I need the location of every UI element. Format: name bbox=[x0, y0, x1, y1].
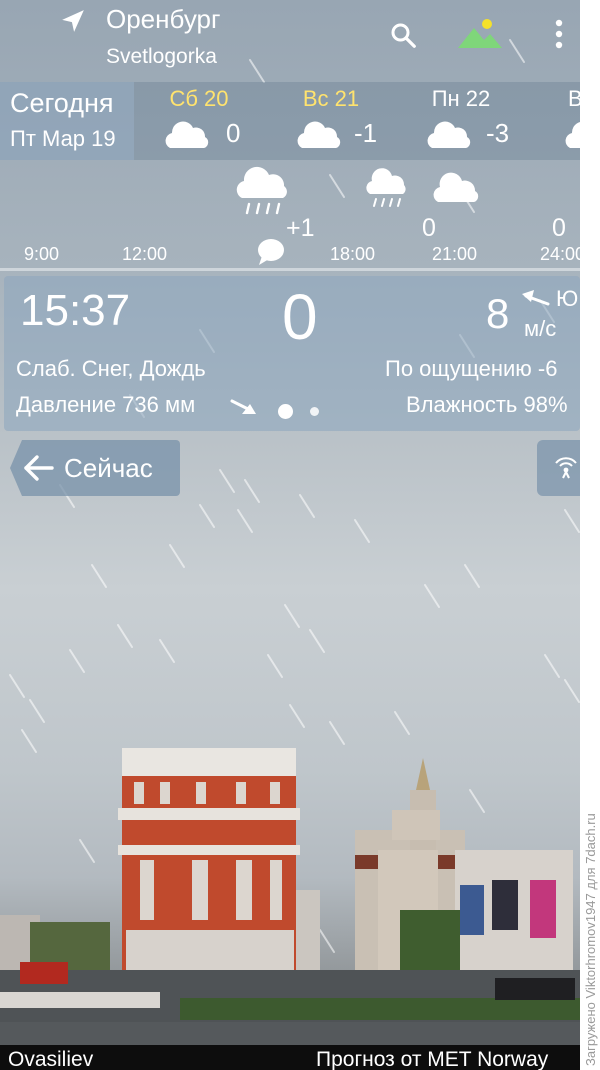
wind-direction: Ю bbox=[556, 286, 579, 311]
watermark-band: Загружено Viktorhromov1947 для 7dach.ru bbox=[580, 0, 600, 1070]
speech-bubble-icon[interactable] bbox=[256, 238, 286, 266]
city-photo-background bbox=[0, 748, 580, 1045]
page-indicator-dot-active[interactable] bbox=[278, 404, 293, 419]
divider bbox=[0, 268, 580, 271]
day-name: Пн 22 bbox=[431, 86, 491, 111]
cloud-icon bbox=[565, 122, 580, 148]
now-button[interactable]: Сейчас bbox=[10, 440, 180, 496]
day-name: Вс 21 bbox=[302, 86, 360, 111]
day-item[interactable]: Пн 22 -3 bbox=[396, 82, 526, 160]
more-vert-icon[interactable] bbox=[552, 18, 566, 52]
hourly-forecast: +1 0 0 9:00 12:00 18:00 21:00 24:00 bbox=[0, 160, 580, 270]
hour-time: 9:00 bbox=[24, 244, 60, 264]
day-name: Сб 20 bbox=[169, 86, 229, 111]
day-item[interactable]: Сб 20 0 bbox=[134, 82, 264, 160]
wind-unit: м/с bbox=[524, 316, 557, 341]
cloud-icon bbox=[433, 172, 479, 202]
today-date: Пт Мар 19 bbox=[10, 126, 116, 151]
now-button-label: Сейчас bbox=[64, 453, 153, 483]
rain-cloud-icon bbox=[236, 166, 287, 215]
wind-speed: 8 bbox=[486, 290, 510, 337]
hour-temp: +1 bbox=[286, 214, 315, 242]
top-bar: Оренбург Svetlogorka bbox=[0, 0, 580, 80]
hour-time: 12:00 bbox=[122, 244, 168, 264]
forecast-credit[interactable]: Прогноз от MET Norway bbox=[316, 1048, 548, 1070]
cloud-icon bbox=[297, 121, 341, 148]
current-temperature: 0 bbox=[282, 281, 318, 353]
hour-time: 21:00 bbox=[432, 244, 478, 264]
page-indicator-dot[interactable] bbox=[310, 407, 319, 416]
radar-icon bbox=[555, 457, 577, 479]
day-temp: -3 bbox=[486, 118, 510, 148]
day-temp: -1 bbox=[354, 118, 378, 148]
search-icon[interactable] bbox=[388, 20, 418, 50]
photo-credit[interactable]: Ovasiliev bbox=[8, 1048, 93, 1070]
weather-app-screen: Оренбург Svetlogorka Сегодня Пт Мар 19 С… bbox=[0, 0, 580, 1070]
day-temp: 0 bbox=[226, 118, 241, 148]
days-list: Сб 20 0 Вс 21 -1 Пн 22 -3 В bbox=[134, 82, 580, 160]
credits-bar: Ovasiliev Прогноз от MET Norway bbox=[0, 1045, 580, 1070]
rain-cloud-icon bbox=[366, 168, 406, 207]
city-name[interactable]: Оренбург bbox=[106, 4, 220, 35]
today-title: Сегодня bbox=[10, 88, 114, 118]
day-item[interactable]: В bbox=[530, 82, 580, 160]
landscape-icon[interactable] bbox=[456, 16, 504, 50]
pressure-trend-icon bbox=[230, 399, 256, 414]
wind-direction-icon bbox=[522, 290, 550, 306]
daily-forecast-strip: Сегодня Пт Мар 19 Сб 20 0 Вс 21 -1 Пн 22 bbox=[0, 82, 580, 160]
current-time: 15:37 bbox=[20, 286, 131, 335]
cloud-icon bbox=[165, 121, 209, 148]
hour-temp: 0 bbox=[422, 214, 436, 242]
hour-time: 24:00 bbox=[540, 244, 580, 264]
radar-button[interactable] bbox=[537, 440, 580, 496]
watermark-text: Загружено Viktorhromov1947 для 7dach.ru bbox=[583, 813, 598, 1066]
arrow-left-icon bbox=[24, 455, 54, 481]
humidity: Влажность 98% bbox=[406, 392, 568, 417]
district-name[interactable]: Svetlogorka bbox=[106, 45, 217, 69]
hour-time: 18:00 bbox=[330, 244, 376, 264]
day-name: В bbox=[568, 86, 580, 111]
pressure: Давление 736 мм bbox=[16, 392, 196, 417]
feels-like: По ощущению -6 bbox=[385, 356, 558, 381]
day-item[interactable]: Вс 21 -1 bbox=[266, 82, 396, 160]
hour-temp: 0 bbox=[552, 214, 566, 242]
condition-text: Слаб. Снег, Дождь bbox=[16, 356, 206, 381]
today-tab[interactable]: Сегодня Пт Мар 19 bbox=[0, 82, 134, 160]
current-conditions-panel[interactable]: 15:37 0 8 Ю м/с Слаб. Снег, Дождь По ощу… bbox=[4, 276, 580, 431]
location-arrow-icon bbox=[62, 10, 84, 32]
cloud-icon bbox=[427, 121, 471, 148]
